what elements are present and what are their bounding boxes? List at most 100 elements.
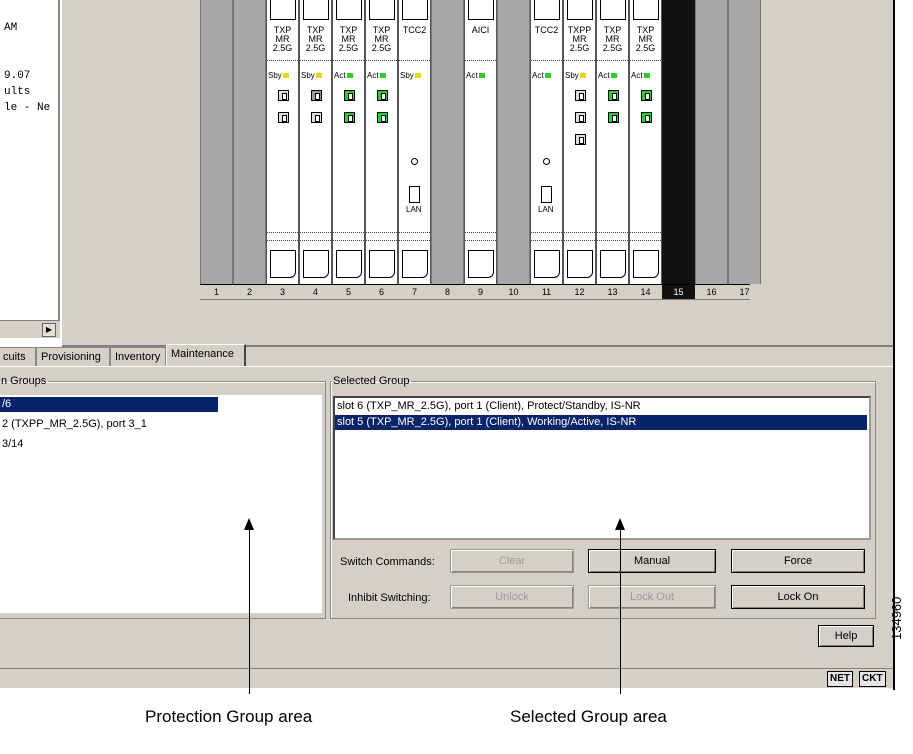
ckt-badge[interactable]: CKT — [859, 671, 886, 687]
empty-slot-2[interactable] — [233, 0, 266, 284]
net-badge[interactable]: NET — [827, 671, 853, 687]
slot-number[interactable]: 1 — [200, 287, 233, 297]
slot-number[interactable]: 5 — [332, 287, 365, 297]
slot-number[interactable]: 2 — [233, 287, 266, 297]
slot-number[interactable]: 12 — [563, 287, 596, 297]
port-icon[interactable] — [311, 112, 322, 123]
port-icon[interactable] — [278, 112, 289, 123]
empty-slot-17[interactable] — [728, 0, 761, 284]
lan-port-icon[interactable] — [541, 186, 552, 203]
led-icon — [610, 73, 617, 79]
port-icon[interactable] — [344, 112, 355, 123]
connector-icon — [600, 0, 626, 20]
card-slot-11[interactable]: TCC2 Act LAN — [530, 0, 563, 284]
slot-number[interactable]: 17 — [728, 287, 761, 297]
empty-slot-16[interactable] — [695, 0, 728, 284]
scroll-right-icon[interactable]: ▶ — [42, 323, 56, 337]
port-icon[interactable] — [575, 134, 586, 145]
card-state-label: Sby — [301, 71, 315, 80]
list-item[interactable]: 3/14 — [0, 437, 318, 452]
card-title: TXP MR 2.5G — [333, 26, 364, 53]
empty-slot-1[interactable] — [200, 0, 233, 284]
port-icon[interactable] — [344, 90, 355, 101]
slot-number[interactable]: 6 — [365, 287, 398, 297]
slot-number[interactable]: 4 — [299, 287, 332, 297]
slot-number[interactable]: 14 — [629, 287, 662, 297]
protection-groups-list[interactable]: /6 2 (TXPP_MR_2.5G), port 3_1 3/14 — [0, 395, 322, 613]
port-icon[interactable] — [641, 112, 652, 123]
horizontal-scrollbar[interactable]: ▶ — [0, 320, 60, 338]
tab-maintenance[interactable]: Maintenance — [166, 344, 246, 367]
slot-number[interactable]: 7 — [398, 287, 431, 297]
card-state: Act — [598, 71, 617, 80]
connector-icon — [567, 0, 593, 20]
card-slot-12[interactable]: TXPP MR 2.5G Sby — [563, 0, 596, 284]
card-title-line: 2.5G — [569, 43, 590, 53]
list-item[interactable]: /6 — [0, 397, 218, 412]
card-slot-4[interactable]: TXP MR 2.5G Sby — [299, 0, 332, 284]
card-slot-13[interactable]: TXP MR 2.5G Act — [596, 0, 629, 284]
card-title-line: AICI — [471, 25, 490, 35]
tab-provisioning[interactable]: Provisioning — [36, 347, 110, 367]
lock-on-button[interactable]: Lock On — [731, 585, 865, 609]
manual-button[interactable]: Manual — [588, 549, 716, 573]
port-icon[interactable] — [641, 90, 652, 101]
port-icon[interactable] — [278, 90, 289, 101]
tab-circuits[interactable]: cuits — [0, 347, 36, 367]
empty-slot-selected[interactable] — [662, 0, 695, 284]
switch-commands-label: Switch Commands: — [340, 556, 435, 568]
divider — [465, 240, 496, 241]
list-item[interactable]: slot 6 (TXP_MR_2.5G), port 1 (Client), P… — [335, 399, 867, 414]
slot-number[interactable]: 13 — [596, 287, 629, 297]
card-title-line: 2.5G — [338, 43, 359, 53]
fiber-connector-icon — [468, 250, 494, 278]
empty-slot-10[interactable] — [497, 0, 530, 284]
force-button[interactable]: Force — [731, 549, 865, 573]
port-icon[interactable] — [608, 112, 619, 123]
port-icon[interactable] — [311, 90, 322, 101]
port-icon[interactable] — [377, 90, 388, 101]
divider — [531, 232, 562, 233]
port-icon[interactable] — [608, 90, 619, 101]
help-button[interactable]: Help — [818, 625, 874, 647]
slot-number[interactable]: 9 — [464, 287, 497, 297]
selected-group-list[interactable]: slot 6 (TXP_MR_2.5G), port 1 (Client), P… — [333, 396, 871, 540]
empty-slot-8[interactable] — [431, 0, 464, 284]
lan-port-icon[interactable] — [409, 186, 420, 203]
lock-out-button[interactable]: Lock Out — [588, 585, 716, 609]
slot-number[interactable]: 8 — [431, 287, 464, 297]
callout-line — [249, 529, 250, 694]
card-title-line: TCC2 — [534, 25, 559, 35]
card-slot-9[interactable]: AICI Act — [464, 0, 497, 284]
card-slot-6[interactable]: TXP MR 2.5G Act — [365, 0, 398, 284]
led-icon — [379, 73, 386, 79]
divider — [366, 232, 397, 233]
divider — [399, 60, 430, 61]
unlock-button[interactable]: Unlock — [450, 585, 574, 609]
port-icon[interactable] — [377, 112, 388, 123]
port-icon[interactable] — [575, 112, 586, 123]
selected-group-callout: Selected Group area — [510, 707, 667, 726]
card-state: Sby — [301, 71, 322, 80]
port-icon[interactable] — [575, 90, 586, 101]
card-slot-7[interactable]: TCC2 Sby LAN — [398, 0, 431, 284]
slot-number[interactable]: 10 — [497, 287, 530, 297]
slot-number[interactable]: 3 — [266, 287, 299, 297]
list-item[interactable]: 2 (TXPP_MR_2.5G), port 3_1 — [0, 417, 318, 432]
connector-icon — [303, 0, 329, 20]
tab-inventory[interactable]: Inventory — [110, 347, 166, 367]
card-slot-14[interactable]: TXP MR 2.5G Act — [629, 0, 662, 284]
card-state: Act — [367, 71, 386, 80]
divider — [465, 60, 496, 61]
slot-number[interactable]: 16 — [695, 287, 728, 297]
card-slot-5[interactable]: TXP MR 2.5G Act — [332, 0, 365, 284]
slot-number[interactable]: 15 — [662, 285, 695, 299]
slot-number[interactable]: 11 — [530, 287, 563, 297]
connector-icon — [270, 0, 296, 20]
divider — [300, 240, 331, 241]
list-item[interactable]: slot 5 (TXP_MR_2.5G), port 1 (Client), W… — [335, 415, 867, 430]
card-slot-3[interactable]: TXP MR 2.5G Sby — [266, 0, 299, 284]
clear-button[interactable]: Clear — [450, 549, 574, 573]
card-title: TCC2 — [531, 26, 562, 35]
led-icon — [414, 73, 421, 79]
